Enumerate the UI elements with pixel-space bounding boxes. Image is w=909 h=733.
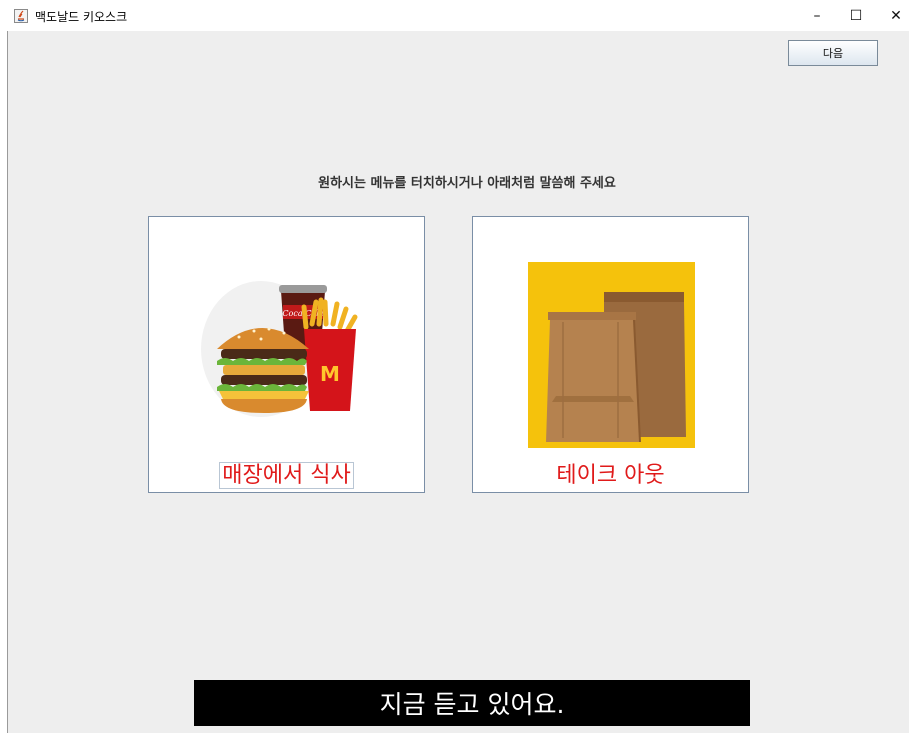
close-icon: ✕	[890, 7, 902, 24]
next-button[interactable]: 다음	[788, 40, 878, 66]
instruction-text: 원하시는 메뉴를 터치하시거나 아래처럼 말씀해 주세요	[318, 176, 616, 191]
kiosk-window: 맥도날드 키오스크 – ☐ ✕ 다음 원하시는 메뉴를 터치하시거나 아래처럼 …	[0, 0, 909, 733]
take-out-label: 테이크 아웃	[556, 463, 665, 488]
maximize-icon: ☐	[849, 7, 863, 24]
minimize-button[interactable]: –	[795, 0, 839, 31]
main-panel: 다음 원하시는 메뉴를 터치하시거나 아래처럼 말씀해 주세요 Coca-Col…	[7, 31, 909, 733]
maximize-button[interactable]: ☐	[834, 0, 878, 31]
voice-status-bar: 지금 듣고 있어요.	[194, 680, 750, 726]
close-button[interactable]: ✕	[874, 0, 909, 31]
eat-in-label: 매장에서 식사	[219, 462, 354, 489]
minimize-icon: –	[813, 7, 821, 24]
burger-meal-icon: Coca-Cola M	[201, 281, 358, 417]
window-title: 맥도날드 키오스크	[35, 10, 128, 24]
take-out-option-button[interactable]: 테이크 아웃	[472, 216, 749, 493]
eat-in-option-button[interactable]: Coca-Cola M	[148, 216, 425, 493]
paper-bag-icon	[528, 262, 695, 448]
java-app-icon	[14, 9, 28, 23]
title-bar: 맥도날드 키오스크 – ☐ ✕	[0, 0, 909, 31]
svg-text:M: M	[320, 362, 340, 386]
